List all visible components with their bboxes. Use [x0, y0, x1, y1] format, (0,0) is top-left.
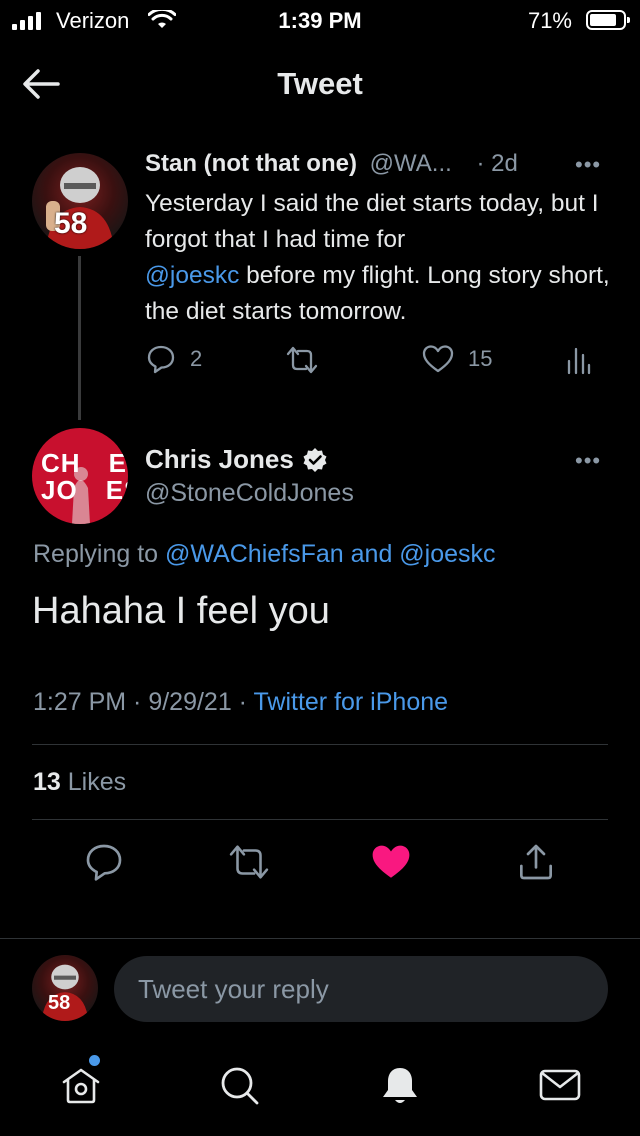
notifications-icon [383, 1068, 417, 1103]
avatar-graphic-text: CH ES JO ES [41, 450, 128, 504]
avatar-text-line: ES [105, 475, 128, 505]
author-handle[interactable]: @WA... [370, 150, 452, 177]
tab-notifications[interactable] [375, 1060, 425, 1110]
tab-messages[interactable] [535, 1060, 585, 1110]
avatar[interactable]: CH ES JO ES [32, 428, 128, 524]
divider [32, 819, 608, 820]
likes-count: 13 [33, 768, 61, 796]
tab-home[interactable] [56, 1055, 106, 1110]
jersey-number: 58 [48, 992, 71, 1014]
analytics-icon[interactable] [565, 345, 591, 375]
tweet-text-part1: Yesterday I said the diet starts today, … [145, 190, 599, 253]
divider [0, 938, 640, 939]
tweet-text: Yesterday I said the diet starts today, … [145, 186, 615, 330]
author-name[interactable]: Chris Jones [145, 444, 294, 475]
reply-icon [147, 345, 175, 374]
avatar[interactable]: 58 [32, 153, 128, 249]
like-count: 15 [468, 346, 493, 371]
reply-input[interactable]: Tweet your reply [114, 956, 608, 1022]
heart-filled-icon[interactable] [370, 842, 412, 882]
mention-link[interactable]: @joeskc [145, 262, 239, 289]
replying-to-label: Replying to [33, 540, 166, 568]
verified-badge-icon [303, 447, 327, 472]
heart-outline-icon [422, 345, 454, 373]
tweet-age: · 2d [476, 150, 518, 177]
avatar-text-line: CH [41, 448, 81, 478]
avatar-text-line: ES [108, 448, 128, 478]
retweet-icon[interactable] [226, 842, 272, 882]
like-button[interactable]: 15 [422, 344, 492, 374]
battery-icon [586, 10, 630, 30]
divider [32, 744, 608, 745]
tab-search[interactable] [215, 1060, 265, 1110]
more-options-icon[interactable]: ••• [575, 152, 601, 178]
search-icon [221, 1067, 259, 1105]
likes-summary[interactable]: 13 Likes [33, 768, 126, 797]
jersey-number: 58 [54, 207, 88, 240]
tweet-author-row: Stan (not that one) @WA... · 2d [145, 150, 518, 178]
replying-to-mentions[interactable]: @WAChiefsFan and @joeskc [165, 540, 496, 568]
tweet-source[interactable]: Twitter for iPhone [254, 688, 449, 716]
thread-connector [78, 256, 81, 420]
reply-icon[interactable] [84, 842, 124, 882]
battery-percent: 71% [527, 8, 572, 33]
page-title: Tweet [277, 66, 363, 101]
avatar-text-line: JO [41, 475, 78, 505]
main-tweet-text: Hahaha I feel you [32, 590, 330, 632]
status-bar: Verizon 1:39 PM 71% [0, 0, 640, 40]
tweet-meta: 1:27 PM · 9/29/21 · Twitter for iPhone [33, 688, 448, 717]
tweet-timestamp: 1:27 PM · 9/29/21 · [33, 688, 254, 716]
more-options-icon[interactable]: ••• [575, 448, 601, 474]
retweet-icon[interactable] [284, 345, 320, 375]
reply-button[interactable]: 2 [146, 344, 202, 374]
messages-icon [539, 1069, 581, 1101]
replying-to: Replying to @WAChiefsFan and @joeskc [33, 540, 496, 569]
likes-label: Likes [67, 768, 127, 796]
author-name[interactable]: Stan (not that one) [145, 150, 357, 177]
avatar[interactable]: 58 [32, 955, 98, 1021]
share-icon[interactable] [516, 842, 556, 882]
reply-count: 2 [190, 346, 203, 371]
main-author-name-row[interactable]: Chris Jones [145, 444, 328, 475]
author-handle[interactable]: @StoneColdJones [145, 479, 354, 508]
home-icon [62, 1068, 100, 1104]
reply-placeholder: Tweet your reply [138, 974, 329, 1004]
notification-dot [89, 1055, 100, 1066]
